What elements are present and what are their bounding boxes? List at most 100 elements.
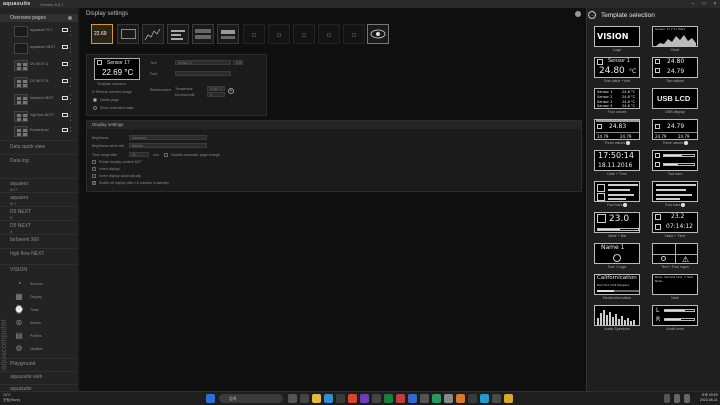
file-explorer-icon[interactable] — [312, 394, 321, 403]
template-note[interactable]: Note: Sample text. 1 Test Note. — [652, 274, 698, 295]
invert-display-checkbox[interactable] — [92, 167, 96, 171]
nav-farbwerk-360[interactable]: farbwerk 360 — [0, 234, 78, 246]
volume-icon[interactable] — [684, 394, 690, 403]
chrome-icon[interactable] — [348, 394, 357, 403]
page-item[interactable]: farbwerk NEXT ▪ ▪ ▪ — [14, 93, 74, 107]
add-reference-icon[interactable]: + — [228, 88, 234, 94]
start-button-icon[interactable] — [206, 394, 215, 403]
switch-off-standby-checkbox[interactable] — [92, 180, 96, 185]
store-icon[interactable] — [336, 394, 345, 403]
nav-d5-next-a[interactable]: D5 NEXT A — [0, 220, 78, 234]
widgets-icon[interactable] — [300, 394, 309, 403]
vision-updates[interactable]: ⚙ Updates — [14, 343, 64, 355]
back-arrow-icon[interactable]: → — [588, 11, 596, 19]
nav-aquaero-6lt[interactable]: aquaero 6LT — [0, 192, 78, 206]
vision-sensors[interactable]: ◔ Sensors — [14, 278, 64, 290]
page-item[interactable]: aquasuite NEXT ▪ ▪ ▪ — [14, 42, 74, 56]
app-icon[interactable] — [420, 394, 429, 403]
page-item[interactable]: Eckverbund ▪ ▪ — [14, 125, 74, 139]
app-icon[interactable] — [384, 394, 393, 403]
page-item[interactable]: DS NEXT A ▪ ▪ ▪ — [14, 59, 74, 73]
maximize-button[interactable]: □ — [699, 0, 709, 8]
template-four-bars-a[interactable] — [594, 181, 640, 202]
template-audio-spectrum[interactable] — [594, 305, 640, 326]
template-text-four-logos[interactable]: ⚠ — [652, 243, 698, 264]
rotate-display-checkbox[interactable] — [92, 160, 96, 164]
nav-aquasuite[interactable]: aquasuite — [0, 384, 78, 391]
page-item[interactable]: DS NEXT B ▪ ▪ ▪ — [14, 76, 74, 90]
page-actions-icon[interactable]: ▪ ▪ ▪ — [70, 93, 74, 105]
template-media-info[interactable]: Californication Red Hot Chili Peppers — [594, 274, 640, 295]
template-value-time[interactable]: 23.2 07:14:12 — [652, 212, 698, 233]
edit-button[interactable]: Edit — [233, 60, 243, 65]
monitor-icon[interactable] — [62, 128, 68, 132]
strip-thumb-empty[interactable] — [343, 24, 365, 44]
main-close-icon[interactable] — [575, 11, 581, 17]
text-field[interactable]: Sensor 17 — [175, 60, 231, 65]
app-icon[interactable] — [372, 394, 381, 403]
vision-profiles[interactable]: ▤ Profiles — [14, 330, 64, 342]
template-two-bars[interactable] — [652, 150, 698, 171]
app-icon[interactable] — [480, 394, 489, 403]
task-view-icon[interactable] — [288, 394, 297, 403]
template-two-values[interactable]: 24.80 24.79 — [652, 57, 698, 78]
minimize-button[interactable]: – — [688, 0, 698, 8]
monitor-icon[interactable] — [62, 79, 68, 83]
template-selection-label[interactable]: Template selection — [97, 82, 126, 86]
vision-alarms[interactable]: ⊛ Alarms — [14, 317, 64, 329]
weather-widget[interactable]: 24°C 흐림(Haze) — [3, 393, 20, 402]
template-one-value[interactable]: Sensor 1 24.80 °C — [594, 57, 640, 78]
vision-display[interactable]: ▦ Display — [14, 291, 64, 303]
aquasuite-taskbar-icon[interactable] — [504, 394, 513, 403]
strip-thumb[interactable] — [192, 24, 214, 44]
nav-playground[interactable]: Playground — [0, 358, 78, 370]
edge-icon[interactable] — [324, 394, 333, 403]
page-actions-icon[interactable]: ▪ ▪ ▪ — [70, 110, 74, 122]
nav-aquaero-6xt[interactable]: aquaero 6XT — [0, 178, 78, 192]
strip-thumb[interactable] — [142, 24, 164, 44]
time-range-field[interactable]: 30 — [129, 152, 149, 157]
strip-thumb-empty[interactable] — [268, 24, 290, 44]
template-text-logo[interactable]: Name 1 — [594, 243, 640, 264]
strip-thumb[interactable] — [217, 24, 239, 44]
tray-chevron-icon[interactable] — [664, 394, 670, 403]
page-actions-icon[interactable]: ▪ ▪ ▪ — [70, 25, 74, 37]
app-icon[interactable] — [360, 394, 369, 403]
template-logo[interactable]: VISION — [594, 26, 640, 47]
nav-vision[interactable]: VISION — [0, 264, 78, 276]
add-page-icon[interactable] — [68, 16, 72, 20]
reference-avg-field[interactable]: 0 — [207, 92, 225, 97]
app-icon[interactable] — [456, 394, 465, 403]
monitor-icon[interactable] — [62, 96, 68, 100]
overview-pages-header[interactable]: Overview pages — [0, 14, 78, 22]
nav-high-flow-next[interactable]: high flow NEXT — [0, 248, 78, 260]
page-item[interactable]: high flow NEXT ▪ ▪ ▪ — [14, 110, 74, 124]
vision-timer[interactable]: ⌚ Timer — [14, 304, 64, 316]
monitor-icon[interactable] — [62, 62, 68, 66]
app-icon[interactable] — [468, 394, 477, 403]
template-four-bars-b[interactable] — [652, 181, 698, 202]
controlled-state-radio[interactable] — [93, 106, 97, 110]
page-item[interactable]: aquasuite FLY ▪ ▪ ▪ — [14, 25, 74, 39]
disable-auto-change-checkbox[interactable] — [164, 153, 168, 157]
template-three-values-b[interactable]: 24.79 24.79 24.79 — [652, 119, 698, 140]
nav-data-log[interactable]: Data log — [0, 154, 78, 168]
network-icon[interactable] — [674, 394, 680, 403]
template-value-bar[interactable]: 23.0 — [594, 212, 640, 233]
strip-thumb-empty[interactable] — [243, 24, 265, 44]
strip-thumb-selected[interactable]: 22.69 — [91, 24, 113, 44]
brightness-select[interactable]: Maximum — [129, 135, 207, 140]
strip-thumb-empty[interactable] — [318, 24, 340, 44]
app-icon[interactable] — [432, 394, 441, 403]
close-button[interactable]: × — [710, 0, 720, 8]
info-icon[interactable] — [623, 203, 627, 207]
monitor-icon[interactable] — [62, 113, 68, 117]
template-audio-level[interactable]: L R — [652, 305, 698, 326]
template-usb-display[interactable]: USB LCD — [652, 88, 698, 109]
template-date-time[interactable]: 17:50:14 18.11.2016 — [594, 150, 640, 171]
app-icon[interactable] — [408, 394, 417, 403]
info-icon[interactable] — [681, 203, 685, 207]
strip-thumb[interactable] — [117, 24, 139, 44]
reference-temp-field[interactable]: 22.69 °C — [207, 86, 225, 91]
strip-thumb-vision[interactable] — [367, 24, 389, 44]
